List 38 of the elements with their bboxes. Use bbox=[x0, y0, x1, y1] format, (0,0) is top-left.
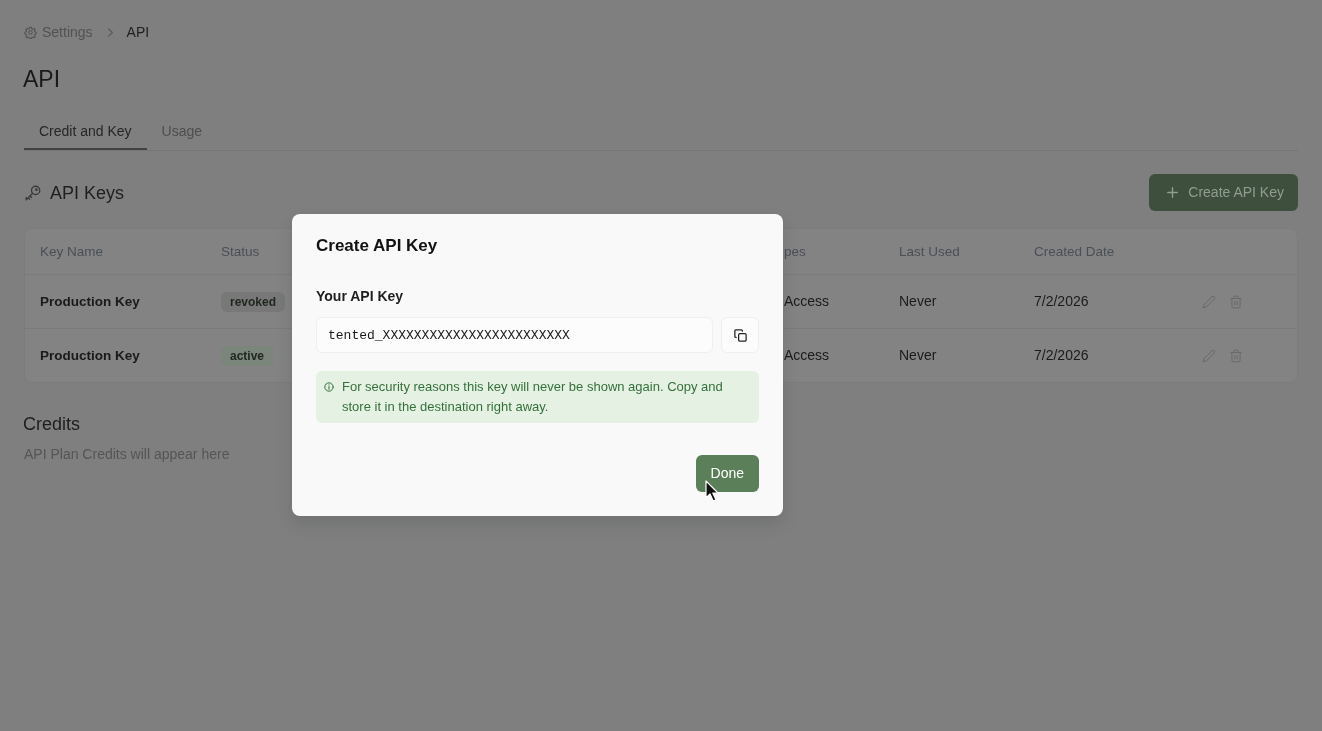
chevron-right-icon bbox=[105, 27, 115, 37]
table-cell: Access bbox=[784, 293, 830, 309]
status-tag: active bbox=[221, 346, 274, 366]
plus-icon bbox=[1167, 187, 1179, 198]
done-button[interactable]: Done bbox=[695, 455, 759, 492]
table-cell: Access bbox=[784, 347, 830, 363]
column-header: Last Used bbox=[899, 243, 960, 259]
key-name: Production Key bbox=[40, 293, 140, 309]
delete-icon[interactable] bbox=[1229, 348, 1243, 363]
settings-icon bbox=[24, 25, 37, 39]
section-title: API Keys bbox=[50, 181, 125, 204]
tab[interactable]: Credit and Key bbox=[24, 111, 147, 150]
breadcrumb-current: API bbox=[126, 24, 150, 40]
key-icon bbox=[24, 183, 42, 202]
create-api-key-button[interactable]: Create API Key bbox=[1149, 174, 1298, 211]
dialog-title: Create API Key bbox=[316, 235, 438, 257]
notice-text: For security reasons this key will never be shown again. Copy and store it in the destination right away. bbox=[342, 378, 724, 416]
field-label: Your API Key bbox=[316, 288, 404, 305]
column-header: Key Name bbox=[40, 243, 104, 259]
column-header: Status bbox=[221, 243, 260, 259]
api-key-field[interactable]: tented_XXXXXXXXXXXXXXXXXXXXXXXX bbox=[316, 317, 713, 353]
table-cell: 7/2/2026 bbox=[1034, 293, 1089, 309]
section-title: Credits bbox=[23, 413, 80, 435]
info-icon bbox=[324, 382, 334, 392]
table-cell: Never bbox=[899, 293, 937, 309]
column-header: pes bbox=[784, 243, 806, 259]
edit-icon[interactable] bbox=[1202, 294, 1216, 309]
column-header: Created Date bbox=[1034, 243, 1115, 259]
copy-icon bbox=[732, 327, 748, 343]
edit-icon[interactable] bbox=[1202, 348, 1216, 363]
table-cell: 7/2/2026 bbox=[1034, 347, 1089, 363]
key-name: Production Key bbox=[40, 347, 140, 363]
delete-icon[interactable] bbox=[1229, 294, 1243, 309]
copy-button[interactable] bbox=[721, 317, 759, 353]
cursor-icon bbox=[704, 480, 719, 502]
page-title: API bbox=[23, 65, 61, 93]
status-tag: revoked bbox=[221, 292, 286, 312]
table-cell: Never bbox=[899, 347, 937, 363]
